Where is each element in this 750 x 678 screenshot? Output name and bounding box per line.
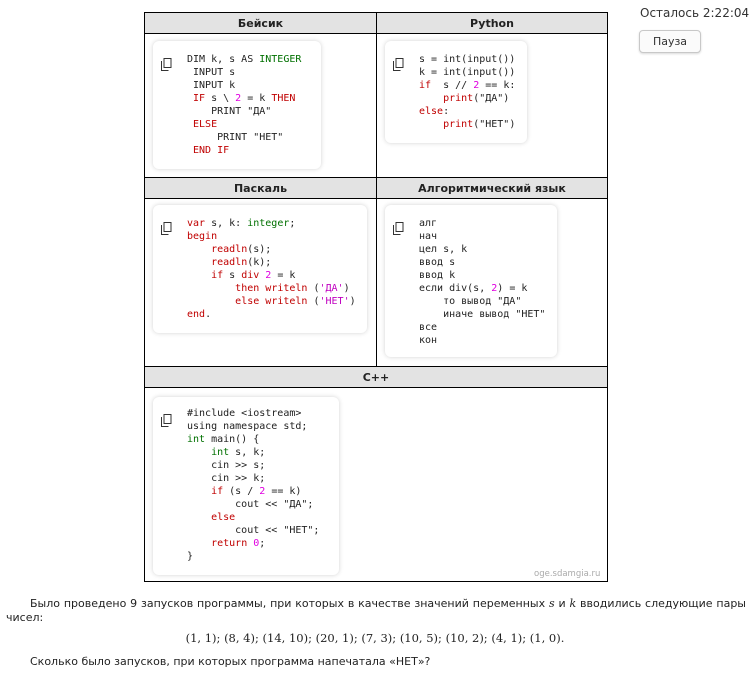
code-algo: алг нач цел s, k ввод s ввод k если div(… (419, 218, 546, 346)
header-basic: Бейсик (145, 13, 376, 34)
copy-icon[interactable] (393, 222, 404, 235)
header-algo: Алгоритмический язык (377, 177, 607, 199)
task-text: Было проведено 9 запусков программы, при… (6, 597, 746, 624)
header-cpp: C++ (145, 366, 607, 388)
code-box-cpp: #include <iostream> using namespace std;… (153, 397, 339, 575)
input-pairs: (1, 1); (8, 4); (14, 10); (20, 1); (7, 3… (185, 631, 565, 645)
task-question: Сколько было запусков, при которых прогр… (30, 655, 431, 668)
header-pascal: Паскаль (145, 177, 376, 199)
pause-button[interactable]: Пауза (639, 30, 701, 53)
code-python: s = int(input()) k = int(input()) if s /… (419, 54, 516, 130)
copy-icon[interactable] (393, 58, 404, 71)
code-table: Бейсик Python Паскаль Алгоритмический яз… (144, 12, 608, 582)
timer-label: Осталось 2:22:04 (640, 6, 750, 20)
code-box-basic: DIM k, s AS INTEGER INPUT s INPUT k IF s… (153, 41, 321, 169)
column-divider (376, 13, 377, 366)
copy-icon[interactable] (161, 58, 172, 71)
copy-icon[interactable] (161, 222, 172, 235)
copy-icon[interactable] (161, 414, 172, 427)
code-box-algo: алг нач цел s, k ввод s ввод k если div(… (385, 205, 557, 357)
watermark: oge.sdamgia.ru (534, 569, 601, 579)
code-box-pascal: var s, k: integer; begin readln(s); read… (153, 205, 367, 333)
code-pascal: var s, k: integer; begin readln(s); read… (187, 218, 356, 320)
header-python: Python (377, 13, 607, 34)
code-basic: DIM k, s AS INTEGER INPUT s INPUT k IF s… (187, 54, 302, 156)
code-box-python: s = int(input()) k = int(input()) if s /… (385, 41, 527, 143)
code-cpp: #include <iostream> using namespace std;… (187, 408, 320, 562)
